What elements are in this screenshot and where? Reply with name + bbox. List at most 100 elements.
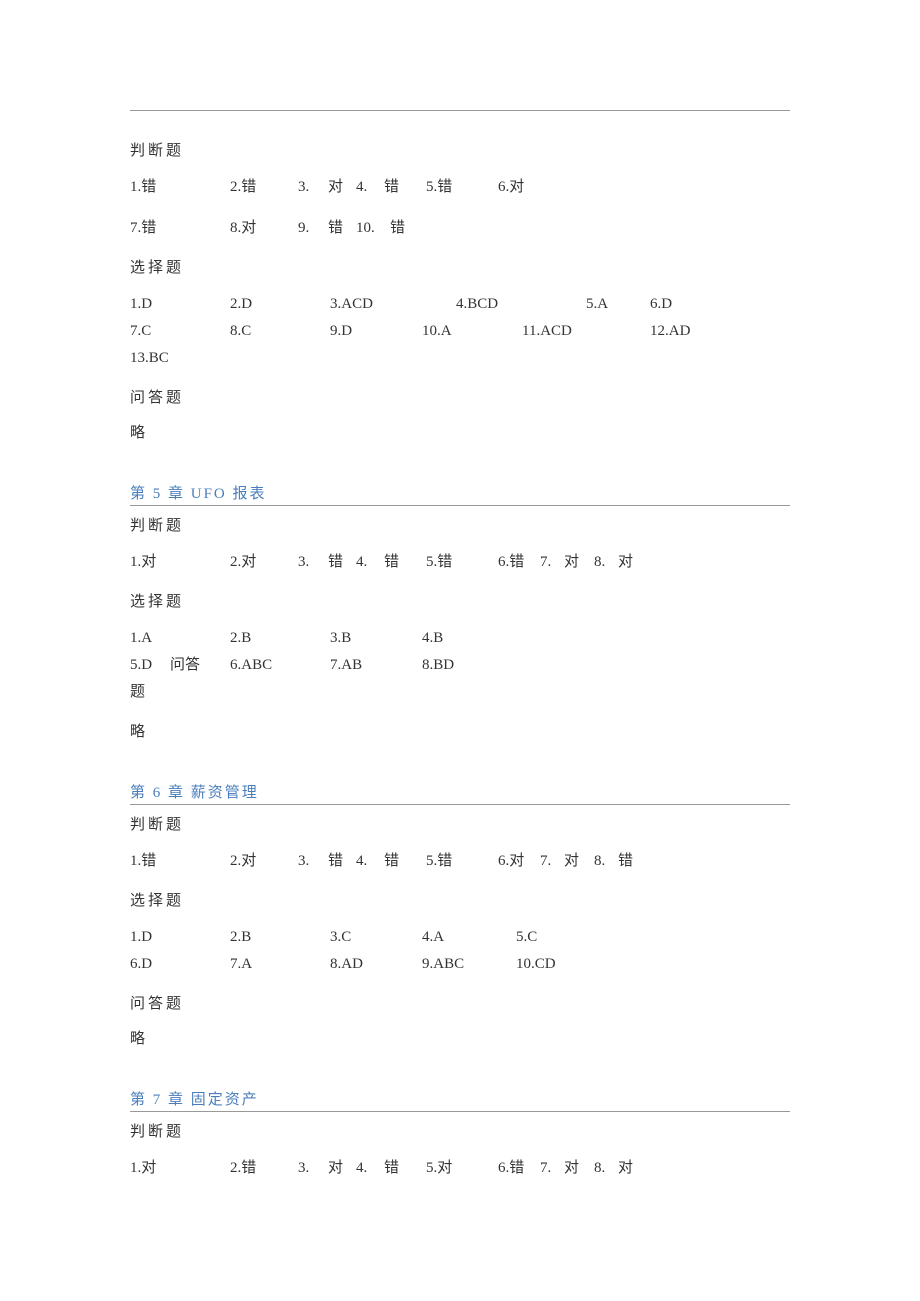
judge-heading: 判断题	[130, 813, 790, 834]
ans-item: 2.错	[230, 174, 298, 201]
ans-item: 4.	[356, 1155, 384, 1182]
judge-row: 1.错 2.对 3. 错 4. 错 5.错 6.对 7. 对 8. 错	[130, 848, 790, 875]
ans-item: 1.D	[130, 924, 230, 951]
ans-item: 错	[384, 174, 426, 201]
ans-item: 对	[618, 1155, 656, 1182]
ans-item: 6.对	[498, 174, 524, 201]
ans-item: 错	[328, 215, 356, 242]
qa-tail: 题	[130, 679, 790, 706]
ans-item: 5.错	[426, 549, 498, 576]
ans-item: 5.A	[586, 291, 650, 318]
ans-item: 5.C	[516, 924, 537, 951]
qa-heading: 问答题	[130, 386, 790, 407]
ans-item: 8.对	[230, 215, 298, 242]
ans-item: 对	[564, 1155, 594, 1182]
judge-row-1: 1.错 2.错 3. 对 4. 错 5.错 6.对	[130, 174, 790, 201]
ans-item: 7.	[540, 848, 564, 875]
ans-item: 7.	[540, 549, 564, 576]
ans-item: 9.	[298, 215, 328, 242]
ans-item: 1.对	[130, 1155, 230, 1182]
ans-item: 3.C	[330, 924, 422, 951]
ans-item: 错	[328, 549, 356, 576]
ans-item: 2.B	[230, 924, 330, 951]
judge-row-2: 7.错 8.对 9. 错 10. 错	[130, 215, 790, 242]
ans-item: 对	[328, 1155, 356, 1182]
ans-item: 7.	[540, 1155, 564, 1182]
ans-item: 错	[328, 848, 356, 875]
ans-item: 12.AD	[650, 318, 690, 345]
qa-omit: 略	[130, 1027, 790, 1048]
ans-item: 6.D	[130, 951, 230, 978]
judge-heading: 判断题	[130, 139, 790, 160]
ans-item: 8.C	[230, 318, 330, 345]
choice-heading: 选择题	[130, 256, 790, 277]
document-page: 判断题 1.错 2.错 3. 对 4. 错 5.错 6.对 7.错 8.对 9.…	[0, 0, 920, 1256]
ans-item: 10.CD	[516, 951, 556, 978]
choice-row-3: 13.BC	[130, 345, 790, 372]
ans-item: 对	[564, 549, 594, 576]
choice-row-1: 1.A 2.B 3.B 4.B	[130, 625, 790, 652]
ans-item: 错	[384, 549, 426, 576]
judge-heading: 判断题	[130, 514, 790, 535]
ans-item: 10.	[356, 215, 390, 242]
ans-item: 8.AD	[330, 951, 422, 978]
ans-item: 13.BC	[130, 345, 169, 372]
ans-item: 1.错	[130, 848, 230, 875]
ans-item: 对	[564, 848, 594, 875]
choice-row-2: 7.C 8.C 9.D 10.A 11.ACD 12.AD	[130, 318, 790, 345]
ans-item: 错	[390, 215, 405, 242]
ans-item: 5.错	[426, 848, 498, 875]
choice-heading: 选择题	[130, 590, 790, 611]
page-top-rule	[130, 110, 790, 111]
ans-item: 3.B	[330, 625, 422, 652]
ans-item: 6.错	[498, 1155, 540, 1182]
ans-item: 9.ABC	[422, 951, 516, 978]
ans-item: 1.错	[130, 174, 230, 201]
ans-item: 4.BCD	[456, 291, 586, 318]
choice-row-1: 1.D 2.D 3.ACD 4.BCD 5.A 6.D	[130, 291, 790, 318]
ans-item: 3.	[298, 549, 328, 576]
choice-row-2: 6.D 7.A 8.AD 9.ABC 10.CD	[130, 951, 790, 978]
choice-row-2: 5.D 问答 6.ABC 7.AB 8.BD	[130, 652, 790, 679]
ans-item: 错	[384, 1155, 426, 1182]
chapter-5-title: 第 5 章 UFO 报表	[130, 482, 790, 506]
ans-item: 5.D	[130, 652, 170, 679]
ans-item: 3.ACD	[330, 291, 456, 318]
ans-item: 3.	[298, 848, 328, 875]
chapter-7-title: 第 7 章 固定资产	[130, 1088, 790, 1112]
ans-item: 7.AB	[330, 652, 422, 679]
ans-item: 错	[384, 848, 426, 875]
ans-item: 8.BD	[422, 652, 454, 679]
ans-item: 10.A	[422, 318, 522, 345]
ans-item: 9.D	[330, 318, 422, 345]
ans-item: 2.对	[230, 549, 298, 576]
ans-item: 11.ACD	[522, 318, 650, 345]
chapter-6-title: 第 6 章 薪资管理	[130, 781, 790, 805]
ans-item: 对	[618, 549, 656, 576]
ans-item: 2.对	[230, 848, 298, 875]
ans-item: 5.对	[426, 1155, 498, 1182]
judge-heading: 判断题	[130, 1120, 790, 1141]
ans-item: 4.	[356, 549, 384, 576]
ans-item: 4.A	[422, 924, 516, 951]
choice-row-1: 1.D 2.B 3.C 4.A 5.C	[130, 924, 790, 951]
ans-item: 2.B	[230, 625, 330, 652]
ans-item: 4.B	[422, 625, 443, 652]
ans-item: 8.	[594, 848, 618, 875]
ans-item: 6.对	[498, 848, 540, 875]
ans-item: 1.A	[130, 625, 230, 652]
ans-item: 2.错	[230, 1155, 298, 1182]
ans-item: 对	[328, 174, 356, 201]
ans-item: 2.D	[230, 291, 330, 318]
choice-heading: 选择题	[130, 889, 790, 910]
ans-item: 6.错	[498, 549, 540, 576]
qa-heading: 问答题	[130, 992, 790, 1013]
qa-inline: 问答	[170, 652, 230, 679]
ans-item: 7.错	[130, 215, 230, 242]
ans-item: 3.	[298, 1155, 328, 1182]
qa-omit: 略	[130, 720, 790, 741]
ans-item: 6.ABC	[230, 652, 330, 679]
ans-item: 6.D	[650, 291, 672, 318]
ans-item: 8.	[594, 549, 618, 576]
ans-item: 错	[618, 848, 656, 875]
